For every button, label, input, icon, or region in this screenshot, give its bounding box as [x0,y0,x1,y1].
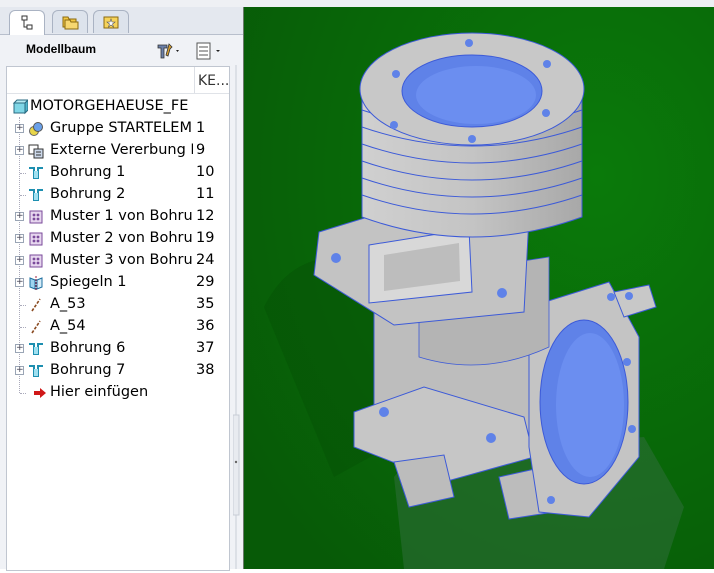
column-separator[interactable] [194,67,195,93]
tree-item-id: 29 [196,274,215,290]
model-tree: KE... MOTORGEHAEUSE_FE + Gruppe STARTELE… [6,66,230,571]
tree-item[interactable]: + Bohrung 6 37 [7,338,229,360]
tree-item[interactable]: A_53 35 [7,294,229,316]
tree-item[interactable]: Bohrung 2 11 [7,184,229,206]
expand-icon[interactable]: + [15,234,24,243]
insert-here-label: Hier einfügen [50,384,149,400]
tree-item-label: Muster 3 von Bohrun [50,252,193,268]
hole-icon [29,343,43,355]
tree-item-id: 11 [196,186,215,202]
tree-item[interactable]: A_54 36 [7,316,229,338]
tree-item[interactable]: + Muster 2 von Bohrun 19 [7,228,229,250]
tree-branch [20,393,26,394]
panel-splitter[interactable] [232,65,241,569]
datum-axis-icon [31,320,41,334]
tree-item[interactable]: + Bohrung 7 38 [7,360,229,382]
tree-item-label: Bohrung 6 [50,340,126,356]
tree-item-id: 35 [196,296,215,312]
navigator-panel: Modellbaum KE... MOTORGEHAEUSE_FE + Grup… [0,7,243,571]
expand-icon[interactable]: + [15,278,24,287]
insert-arrow-icon [34,388,46,398]
tree-item[interactable]: Bohrung 1 10 [7,162,229,184]
navigator-tabs [0,7,243,35]
hole-icon [29,365,43,377]
tree-root[interactable]: MOTORGEHAEUSE_FE [7,96,229,118]
tree-item[interactable]: + Muster 1 von Bohrun 12 [7,206,229,228]
tree-branch [20,305,26,306]
folder-browser-icon [62,16,79,30]
tree-item-label: Muster 2 von Bohrun [50,230,193,246]
tree-item-id: 12 [196,208,215,224]
tree-item[interactable]: + Externe Vererbung I 9 [7,140,229,162]
tree-root-label: MOTORGEHAEUSE_FE [30,98,189,114]
tree-item-label: Externe Vererbung I [50,142,193,158]
panel-title: Modellbaum [26,42,97,56]
show-options-icon [196,42,220,60]
tree-item-label: Bohrung 7 [50,362,126,378]
tree-item-id: 19 [196,230,215,246]
graphics-viewport[interactable] [243,7,714,569]
expand-icon[interactable]: + [15,124,24,133]
tree-item-label: Spiegeln 1 [50,274,127,290]
hole-icon [29,167,43,179]
tree-settings-button[interactable] [155,41,183,61]
pattern-icon [29,210,43,224]
tab-model-tree[interactable] [9,10,45,35]
expand-icon[interactable]: + [15,344,24,353]
tree-item-label: A_53 [50,296,86,312]
group-icon [29,122,43,136]
tree-branch [20,173,26,174]
tree-item[interactable]: + Muster 3 von Bohrun 24 [7,250,229,272]
column-header-ke[interactable]: KE... [198,73,229,89]
show-options-button[interactable] [194,41,224,61]
datum-axis-icon [31,298,41,312]
tree-item-id: 24 [196,252,215,268]
tree-item-id: 38 [196,362,215,378]
tree-item-id: 37 [196,340,215,356]
tree-item-id: 36 [196,318,215,334]
tree-item-id: 9 [196,142,206,158]
mirror-icon [29,276,43,290]
pattern-icon [29,254,43,268]
pattern-icon [29,232,43,246]
part-icon [12,99,28,115]
external-inheritance-icon [28,144,44,159]
expand-icon[interactable]: + [15,146,24,155]
settings-icon [157,43,179,59]
tree-item-label: Muster 1 von Bohrun [50,208,193,224]
tree-item-id: 1 [196,120,206,136]
tree-item[interactable]: + Gruppe STARTELEM 1 [7,118,229,140]
tree-item-id: 10 [196,164,215,180]
tree-item[interactable]: + Spiegeln 1 29 [7,272,229,294]
model-tree-toolbar: Modellbaum [0,35,243,65]
tab-favorites[interactable] [93,10,129,33]
favorites-icon [103,16,119,29]
tree-branch [20,327,26,328]
tree-branch [20,195,26,196]
expand-icon[interactable]: + [15,366,24,375]
model-tree-icon [21,15,33,30]
tab-folder-browser[interactable] [52,10,88,33]
tree-column-header: KE... [7,67,229,94]
engine-housing-model[interactable] [244,7,714,569]
expand-icon[interactable]: + [15,256,24,265]
tree-item-label: Gruppe STARTELEM [50,120,192,136]
tree-item-label: Bohrung 1 [50,164,126,180]
tree-item-label: Bohrung 2 [50,186,126,202]
insert-here-marker[interactable]: Hier einfügen [7,382,229,404]
tree-item-label: A_54 [50,318,86,334]
hole-icon [29,189,43,201]
expand-icon[interactable]: + [15,212,24,221]
